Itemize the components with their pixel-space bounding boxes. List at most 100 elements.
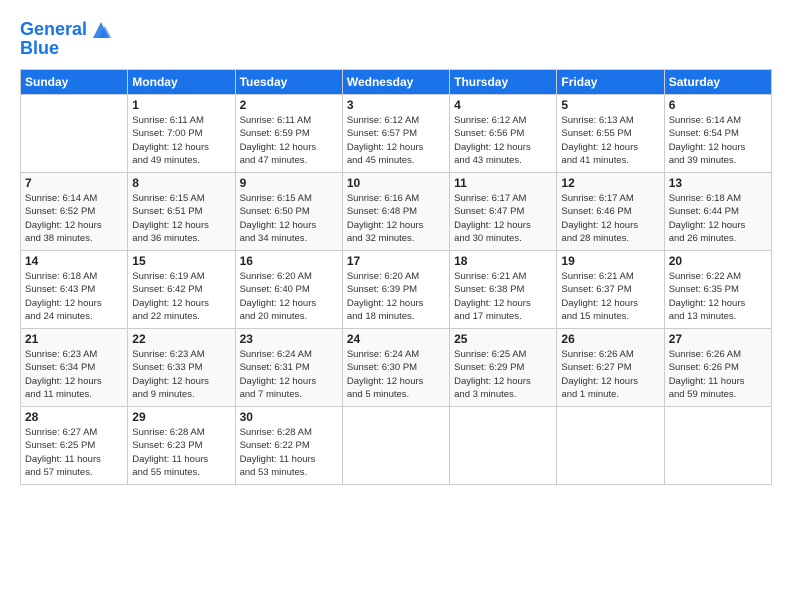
day-number: 15 [132, 254, 230, 268]
logo-text: General [20, 20, 87, 40]
day-info: Sunrise: 6:24 AM Sunset: 6:31 PM Dayligh… [240, 348, 338, 401]
day-info: Sunrise: 6:12 AM Sunset: 6:56 PM Dayligh… [454, 114, 552, 167]
calendar-cell: 13 Sunrise: 6:18 AM Sunset: 6:44 PM Dayli… [664, 173, 771, 251]
day-info: Sunrise: 6:14 AM Sunset: 6:54 PM Dayligh… [669, 114, 767, 167]
day-number: 19 [561, 254, 659, 268]
day-number: 10 [347, 176, 445, 190]
day-number: 21 [25, 332, 123, 346]
calendar-cell: 11 Sunrise: 6:17 AM Sunset: 6:47 PM Dayli… [450, 173, 557, 251]
day-number: 16 [240, 254, 338, 268]
day-info: Sunrise: 6:26 AM Sunset: 6:26 PM Dayligh… [669, 348, 767, 401]
day-info: Sunrise: 6:26 AM Sunset: 6:27 PM Dayligh… [561, 348, 659, 401]
day-number: 1 [132, 98, 230, 112]
calendar-cell: 28 Sunrise: 6:27 AM Sunset: 6:25 PM Dayli… [21, 407, 128, 485]
day-info: Sunrise: 6:25 AM Sunset: 6:29 PM Dayligh… [454, 348, 552, 401]
col-header-monday: Monday [128, 70, 235, 95]
day-number: 29 [132, 410, 230, 424]
calendar-cell: 20 Sunrise: 6:22 AM Sunset: 6:35 PM Dayli… [664, 251, 771, 329]
day-number: 12 [561, 176, 659, 190]
day-info: Sunrise: 6:17 AM Sunset: 6:46 PM Dayligh… [561, 192, 659, 245]
calendar-cell: 8Sunrise: 6:15 AM Sunset: 6:51 PM Daylig… [128, 173, 235, 251]
day-number: 30 [240, 410, 338, 424]
day-info: Sunrise: 6:23 AM Sunset: 6:34 PM Dayligh… [25, 348, 123, 401]
calendar-cell: 12 Sunrise: 6:17 AM Sunset: 6:46 PM Dayli… [557, 173, 664, 251]
day-info: Sunrise: 6:20 AM Sunset: 6:39 PM Dayligh… [347, 270, 445, 323]
col-header-tuesday: Tuesday [235, 70, 342, 95]
calendar-cell: 29 Sunrise: 6:28 AM Sunset: 6:23 PM Dayli… [128, 407, 235, 485]
calendar-cell: 15 Sunrise: 6:19 AM Sunset: 6:42 PM Dayli… [128, 251, 235, 329]
calendar-cell [557, 407, 664, 485]
calendar-cell: 21 Sunrise: 6:23 AM Sunset: 6:34 PM Dayli… [21, 329, 128, 407]
calendar-cell: 1 Sunrise: 6:11 AM Sunset: 7:00 PM Daylig… [128, 95, 235, 173]
day-number: 5 [561, 98, 659, 112]
day-info: Sunrise: 6:17 AM Sunset: 6:47 PM Dayligh… [454, 192, 552, 245]
day-info: Sunrise: 6:21 AM Sunset: 6:38 PM Dayligh… [454, 270, 552, 323]
day-info: Sunrise: 6:23 AM Sunset: 6:33 PM Dayligh… [132, 348, 230, 401]
day-number: 17 [347, 254, 445, 268]
day-info: Sunrise: 6:13 AM Sunset: 6:55 PM Dayligh… [561, 114, 659, 167]
col-header-sunday: Sunday [21, 70, 128, 95]
calendar-cell [21, 95, 128, 173]
day-info: Sunrise: 6:27 AM Sunset: 6:25 PM Dayligh… [25, 426, 123, 479]
calendar-cell: 24 Sunrise: 6:24 AM Sunset: 6:30 PM Dayli… [342, 329, 449, 407]
calendar-cell: 26 Sunrise: 6:26 AM Sunset: 6:27 PM Dayli… [557, 329, 664, 407]
logo-icon [89, 18, 113, 42]
page-header: General Blue [20, 18, 772, 59]
calendar-cell: 30 Sunrise: 6:28 AM Sunset: 6:22 PM Dayli… [235, 407, 342, 485]
day-info: Sunrise: 6:15 AM Sunset: 6:51 PM Dayligh… [132, 192, 230, 245]
day-number: 9 [240, 176, 338, 190]
logo: General Blue [20, 18, 113, 59]
day-info: Sunrise: 6:28 AM Sunset: 6:22 PM Dayligh… [240, 426, 338, 479]
day-info: Sunrise: 6:14 AM Sunset: 6:52 PM Dayligh… [25, 192, 123, 245]
calendar-cell: 5 Sunrise: 6:13 AM Sunset: 6:55 PM Daylig… [557, 95, 664, 173]
day-info: Sunrise: 6:16 AM Sunset: 6:48 PM Dayligh… [347, 192, 445, 245]
day-number: 28 [25, 410, 123, 424]
day-number: 25 [454, 332, 552, 346]
day-info: Sunrise: 6:28 AM Sunset: 6:23 PM Dayligh… [132, 426, 230, 479]
day-number: 26 [561, 332, 659, 346]
day-info: Sunrise: 6:19 AM Sunset: 6:42 PM Dayligh… [132, 270, 230, 323]
calendar-cell: 4 Sunrise: 6:12 AM Sunset: 6:56 PM Daylig… [450, 95, 557, 173]
day-number: 24 [347, 332, 445, 346]
day-number: 7 [25, 176, 123, 190]
day-info: Sunrise: 6:24 AM Sunset: 6:30 PM Dayligh… [347, 348, 445, 401]
day-info: Sunrise: 6:18 AM Sunset: 6:44 PM Dayligh… [669, 192, 767, 245]
day-number: 27 [669, 332, 767, 346]
calendar-cell: 22 Sunrise: 6:23 AM Sunset: 6:33 PM Dayli… [128, 329, 235, 407]
day-number: 6 [669, 98, 767, 112]
col-header-friday: Friday [557, 70, 664, 95]
day-number: 22 [132, 332, 230, 346]
calendar-cell: 23 Sunrise: 6:24 AM Sunset: 6:31 PM Dayli… [235, 329, 342, 407]
calendar-cell: 14Sunrise: 6:18 AM Sunset: 6:43 PM Dayli… [21, 251, 128, 329]
calendar-cell [664, 407, 771, 485]
day-number: 20 [669, 254, 767, 268]
calendar-cell: 7 Sunrise: 6:14 AM Sunset: 6:52 PM Daylig… [21, 173, 128, 251]
col-header-wednesday: Wednesday [342, 70, 449, 95]
day-info: Sunrise: 6:12 AM Sunset: 6:57 PM Dayligh… [347, 114, 445, 167]
calendar-cell: 19 Sunrise: 6:21 AM Sunset: 6:37 PM Dayli… [557, 251, 664, 329]
day-number: 13 [669, 176, 767, 190]
day-info: Sunrise: 6:20 AM Sunset: 6:40 PM Dayligh… [240, 270, 338, 323]
calendar-cell [450, 407, 557, 485]
day-number: 2 [240, 98, 338, 112]
day-number: 18 [454, 254, 552, 268]
calendar-cell: 27 Sunrise: 6:26 AM Sunset: 6:26 PM Dayli… [664, 329, 771, 407]
calendar-cell: 9 Sunrise: 6:15 AM Sunset: 6:50 PM Daylig… [235, 173, 342, 251]
day-info: Sunrise: 6:22 AM Sunset: 6:35 PM Dayligh… [669, 270, 767, 323]
day-info: Sunrise: 6:11 AM Sunset: 7:00 PM Dayligh… [132, 114, 230, 167]
calendar-cell: 2Sunrise: 6:11 AM Sunset: 6:59 PM Daylig… [235, 95, 342, 173]
calendar-cell: 16 Sunrise: 6:20 AM Sunset: 6:40 PM Dayli… [235, 251, 342, 329]
calendar-table: SundayMondayTuesdayWednesdayThursdayFrid… [20, 69, 772, 485]
calendar-cell: 3 Sunrise: 6:12 AM Sunset: 6:57 PM Daylig… [342, 95, 449, 173]
calendar-cell: 6 Sunrise: 6:14 AM Sunset: 6:54 PM Daylig… [664, 95, 771, 173]
day-number: 23 [240, 332, 338, 346]
day-info: Sunrise: 6:15 AM Sunset: 6:50 PM Dayligh… [240, 192, 338, 245]
day-info: Sunrise: 6:21 AM Sunset: 6:37 PM Dayligh… [561, 270, 659, 323]
day-number: 3 [347, 98, 445, 112]
day-number: 4 [454, 98, 552, 112]
calendar-cell [342, 407, 449, 485]
col-header-thursday: Thursday [450, 70, 557, 95]
day-number: 14 [25, 254, 123, 268]
col-header-saturday: Saturday [664, 70, 771, 95]
day-number: 11 [454, 176, 552, 190]
